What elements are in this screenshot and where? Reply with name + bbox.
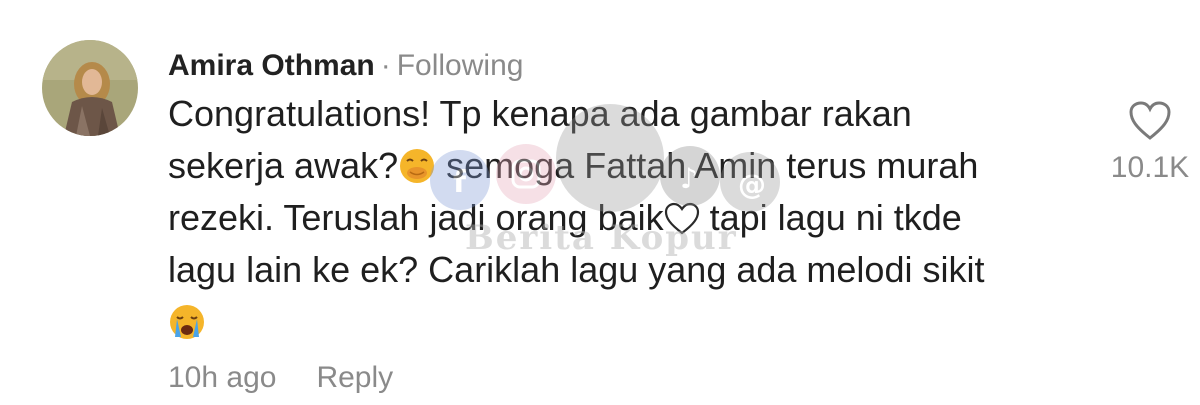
reply-button[interactable]: Reply bbox=[316, 361, 393, 394]
comment-text-segment: rezeki. Teruslah jadi orang baik bbox=[168, 197, 664, 238]
comment-text-segment: sekerja awak? bbox=[168, 145, 399, 186]
follow-status[interactable]: Following bbox=[397, 49, 524, 82]
comment-text-segment: semoga Fattah Amin terus murah bbox=[436, 145, 979, 186]
timestamp: 10h ago bbox=[168, 361, 277, 394]
comment-text: Congratulations! Tp kenapa ada gambar ra… bbox=[168, 88, 1068, 348]
face-with-hand-over-mouth-emoji bbox=[400, 149, 435, 183]
like-area: 10.1K bbox=[1102, 100, 1198, 186]
separator-dot: · bbox=[380, 49, 391, 82]
comment-text-segment: Congratulations! Tp kenapa ada gambar ra… bbox=[168, 93, 912, 134]
comment-line-2: sekerja awak? semoga Fattah Amin terus m… bbox=[168, 140, 1068, 192]
comment-line-3: rezeki. Teruslah jadi orang baik tapi la… bbox=[168, 192, 1068, 244]
avatar-image bbox=[42, 40, 138, 136]
comment-header: Amira Othman · Following bbox=[168, 46, 523, 86]
comment-footer: 10h ago Reply bbox=[168, 358, 393, 398]
avatar[interactable] bbox=[42, 40, 138, 136]
comment-line-1: Congratulations! Tp kenapa ada gambar ra… bbox=[168, 88, 1068, 140]
comment-line-5 bbox=[168, 296, 1068, 348]
comment-line-4: lagu lain ke ek? Cariklah lagu yang ada … bbox=[168, 244, 1068, 296]
comment-text-segment: lagu lain ke ek? Cariklah lagu yang ada … bbox=[168, 249, 985, 290]
author-name[interactable]: Amira Othman bbox=[168, 49, 375, 82]
loudly-crying-face-emoji bbox=[170, 305, 204, 339]
comment-text-segment: tapi lagu ni tkde bbox=[699, 197, 962, 238]
white-heart-emoji bbox=[664, 202, 699, 235]
like-count: 10.1K bbox=[1110, 151, 1190, 184]
comment-item: Amira Othman · Following Congratulations! … bbox=[0, 0, 1200, 405]
heart-icon[interactable] bbox=[1128, 100, 1172, 142]
